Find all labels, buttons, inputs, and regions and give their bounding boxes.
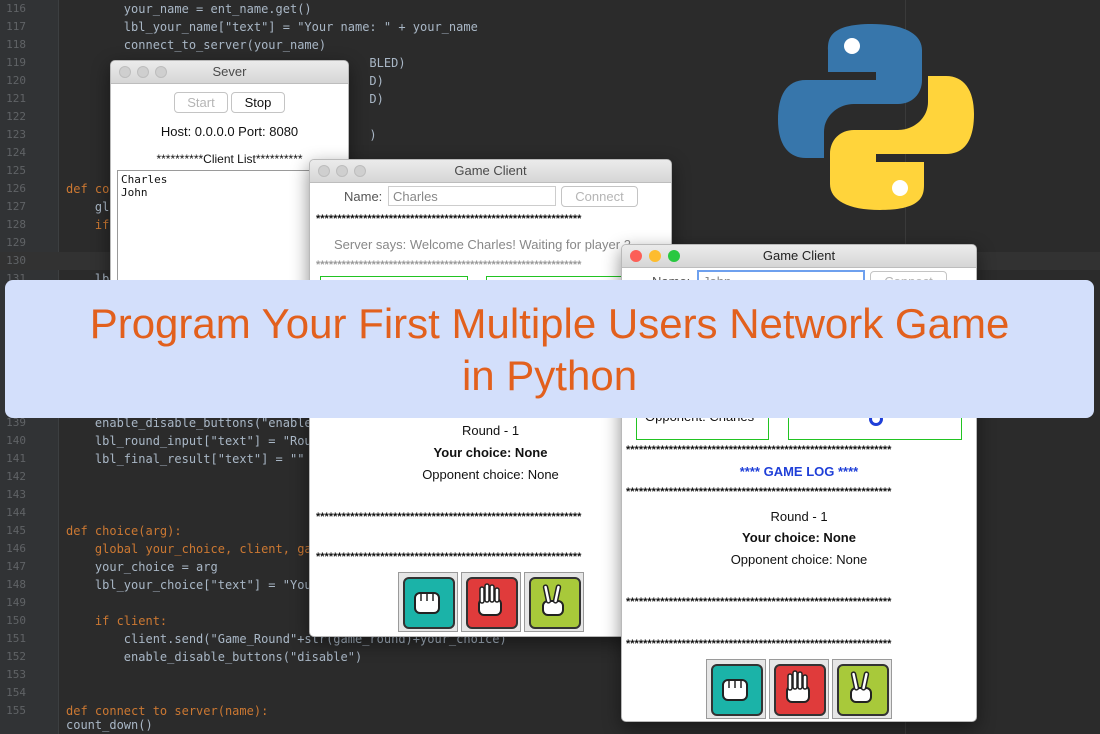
code-text: lbl_final_result["text"] = "" xyxy=(66,452,305,466)
host-port-label: Host: 0.0.0.0 Port: 8080 xyxy=(160,124,299,139)
line-number: 143 xyxy=(6,488,26,501)
python-logo-icon xyxy=(778,24,974,210)
line-number: 152 xyxy=(6,650,26,663)
line-number: 122 xyxy=(6,110,26,123)
round-label: Round - 1 xyxy=(461,423,520,438)
window-title: Game Client xyxy=(454,163,527,178)
line-number: 148 xyxy=(6,578,26,591)
list-item: John xyxy=(121,186,148,199)
code-text: def choice(arg): xyxy=(66,524,182,538)
name-field[interactable]: Charles xyxy=(388,186,556,206)
fist-icon xyxy=(414,592,440,614)
your-choice-label: Your choice: None xyxy=(433,445,548,460)
separator: ****************************************… xyxy=(626,486,892,498)
line-number: 124 xyxy=(6,146,26,159)
line-number: 153 xyxy=(6,668,26,681)
line-number: 140 xyxy=(6,434,26,447)
server-titlebar: Sever xyxy=(111,61,348,84)
line-number: 150 xyxy=(6,614,26,627)
peace-hand-icon xyxy=(542,584,564,616)
line-number: 129 xyxy=(6,236,26,249)
code-text: enable_disable_buttons("disable") xyxy=(66,650,363,664)
line-number: 144 xyxy=(6,506,26,519)
code-line: 116 your_name = ent_name.get() xyxy=(0,0,1100,18)
stop-button[interactable]: Stop xyxy=(231,92,285,113)
line-number: 118 xyxy=(6,38,26,51)
line-number: 141 xyxy=(6,452,26,465)
line-number: 119 xyxy=(6,56,26,69)
name-label: Name: xyxy=(344,189,383,204)
code-text: lbl_round_input["text"] = "Roun xyxy=(66,434,319,448)
separator: ****************************************… xyxy=(626,638,892,650)
code-text: lbl_your_choice["text"] = "Your xyxy=(66,578,319,592)
line-number: 126 xyxy=(6,182,26,195)
list-item: Charles xyxy=(121,173,168,186)
opponent-choice-label: Opponent choice: None xyxy=(730,552,868,567)
line-number: 120 xyxy=(6,74,26,87)
line-number: 151 xyxy=(6,632,26,645)
line-number: 128 xyxy=(6,218,26,231)
line-number: 125 xyxy=(6,164,26,177)
rock-button[interactable] xyxy=(398,572,458,632)
line-number: 121 xyxy=(6,92,26,105)
opponent-choice-label: Opponent choice: None xyxy=(422,467,559,482)
peace-hand-icon xyxy=(850,671,872,703)
separator: ****************************************… xyxy=(316,213,582,225)
fist-icon xyxy=(722,679,748,701)
code-text: if xyxy=(66,218,110,232)
separator: ****************************************… xyxy=(316,551,582,563)
line-number: 146 xyxy=(6,542,26,555)
start-button[interactable]: Start xyxy=(174,92,228,113)
line-number: 145 xyxy=(6,524,26,537)
client2-titlebar: Game Client xyxy=(622,245,976,268)
banner-title-line-1: Program Your First Multiple Users Networ… xyxy=(89,300,1010,347)
client1-titlebar: Game Client xyxy=(310,160,671,183)
line-number: 123 xyxy=(6,128,26,141)
round-label: Round - 1 xyxy=(770,509,828,524)
line-number: 127 xyxy=(6,200,26,213)
code-text: your_name = ent_name.get() xyxy=(66,2,312,16)
line-number: 116 xyxy=(6,2,26,15)
line-number: 149 xyxy=(6,596,26,609)
line-number: 154 xyxy=(6,686,26,699)
separator: ****************************************… xyxy=(316,259,582,271)
separator: ****************************************… xyxy=(316,511,582,523)
connect-button[interactable]: Connect xyxy=(561,186,638,207)
paper-button[interactable] xyxy=(769,659,829,719)
scissors-button[interactable] xyxy=(832,659,892,719)
line-number: 117 xyxy=(6,20,26,33)
line-number: 130 xyxy=(6,254,26,267)
open-hand-icon xyxy=(478,583,502,616)
your-choice-label: Your choice: None xyxy=(742,530,856,545)
separator: ****************************************… xyxy=(626,596,892,608)
code-text: count_down() xyxy=(66,718,153,732)
code-text: if client: xyxy=(66,614,168,628)
game-log-heading: **** GAME LOG **** xyxy=(739,464,859,479)
window-title: Game Client xyxy=(762,248,836,263)
rock-button[interactable] xyxy=(706,659,766,719)
scissors-button[interactable] xyxy=(524,572,584,632)
banner-title-line-2: in Python xyxy=(461,352,638,399)
open-hand-icon xyxy=(786,670,810,703)
code-text: gl xyxy=(66,200,110,214)
code-text: lbl_your_name["text"] = "Your name: " + … xyxy=(66,20,478,34)
line-number: 142 xyxy=(6,470,26,483)
title-banner: Program Your First Multiple Users Networ… xyxy=(5,280,1094,418)
code-text: global your_choice, client, gam xyxy=(66,542,319,556)
code-text: def co xyxy=(66,182,110,196)
line-number: 147 xyxy=(6,560,26,573)
code-text: your_choice = arg xyxy=(66,560,218,574)
server-message: Server says: Welcome Charles! Waiting fo… xyxy=(334,237,631,252)
window-title: Sever xyxy=(212,64,247,79)
separator: ****************************************… xyxy=(626,444,892,456)
code-text: connect_to_server(your_name) xyxy=(66,38,327,52)
paper-button[interactable] xyxy=(461,572,521,632)
